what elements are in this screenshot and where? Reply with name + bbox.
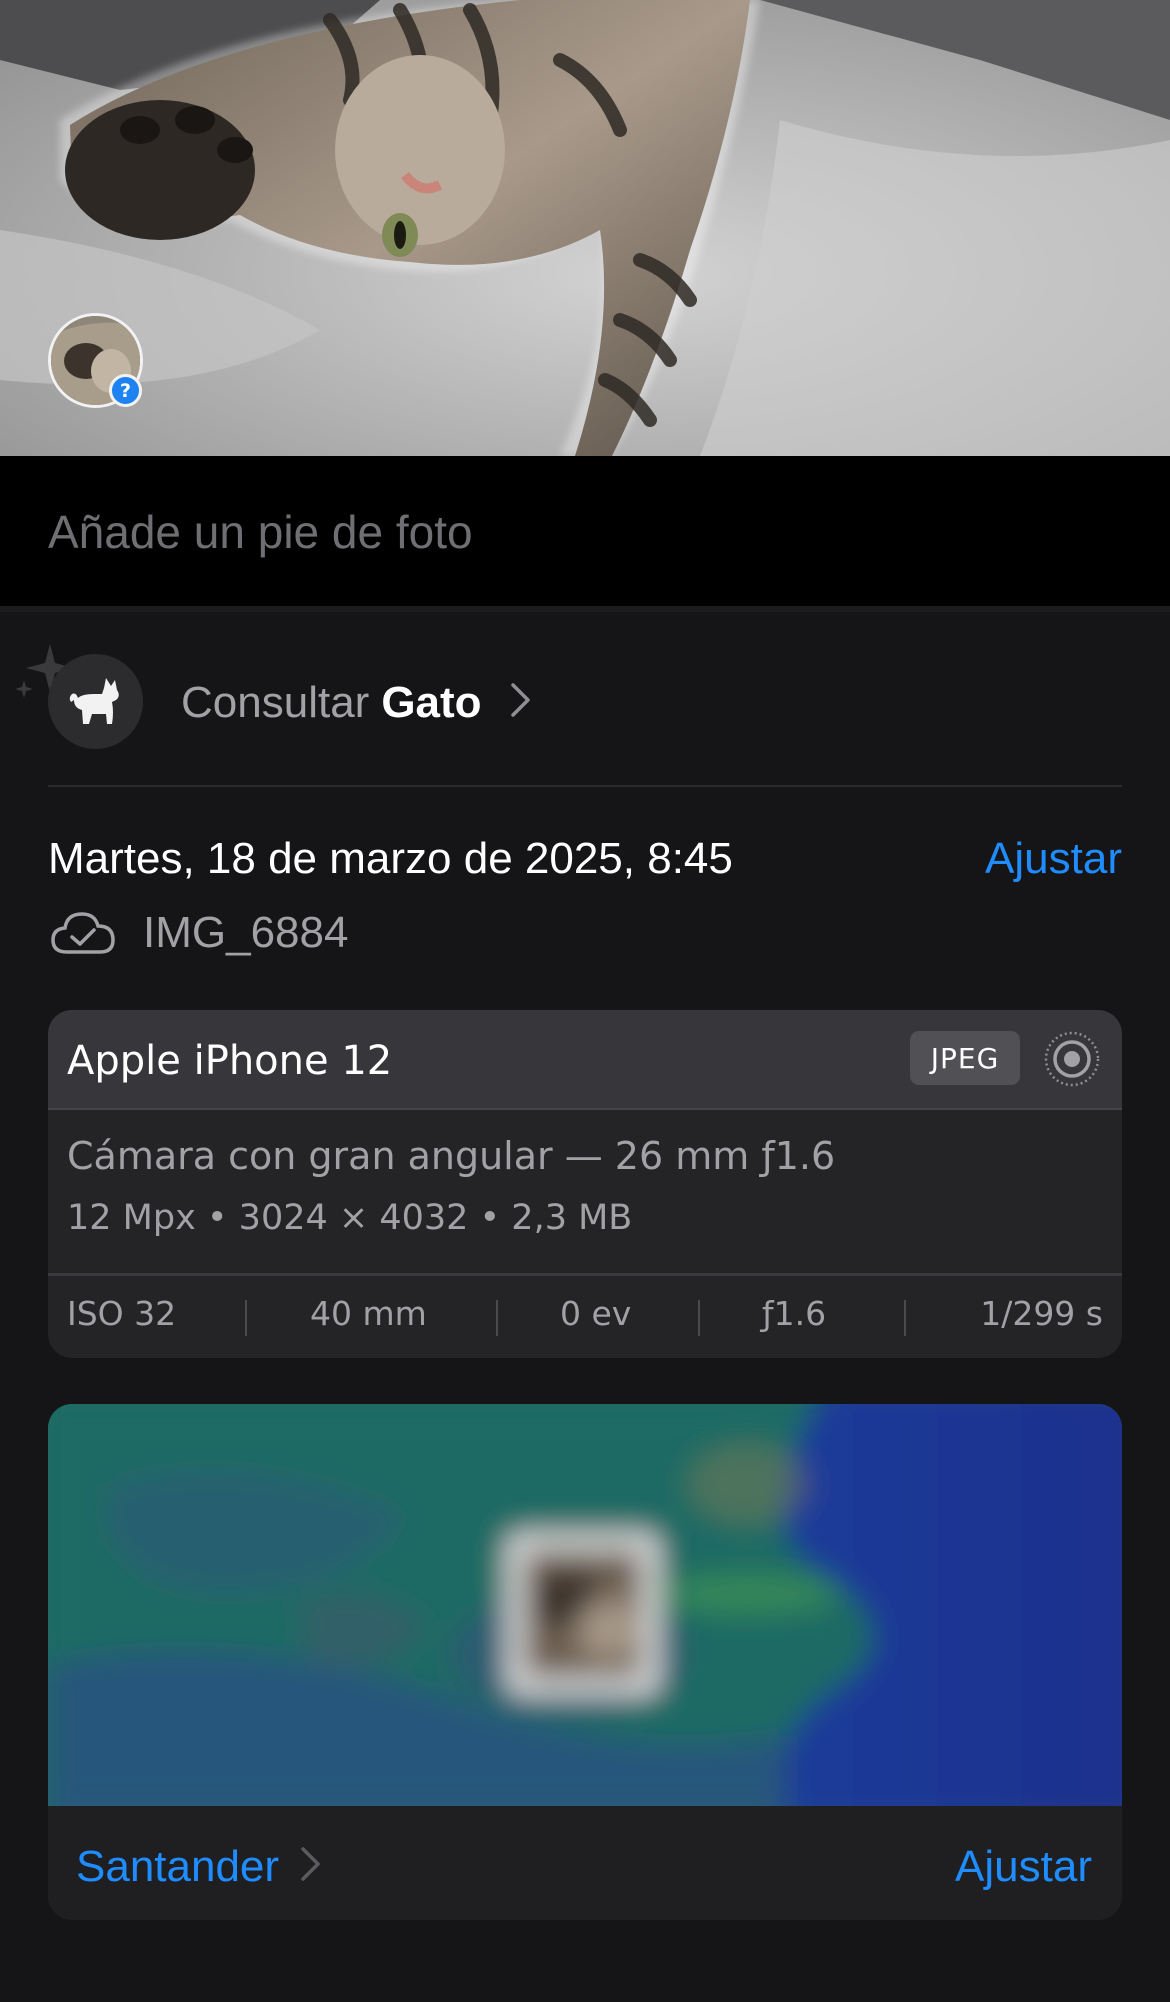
chevron-right-icon	[511, 683, 530, 717]
cat-photo	[0, 0, 1170, 456]
camera-info-card: Apple iPhone 12 JPEG Cámara con gran ang…	[48, 1010, 1122, 1358]
exif-exposure: 0 ev	[560, 1294, 632, 1333]
location-footer: Santander Ajustar	[48, 1806, 1122, 1920]
location-card: Santander Ajustar	[48, 1404, 1122, 1920]
device-name: Apple iPhone 12	[67, 1038, 393, 1084]
exif-aperture: ƒ1.6	[762, 1294, 827, 1333]
caption-section	[0, 456, 1170, 612]
exif-focal-length: 40 mm	[310, 1294, 427, 1333]
exif-shutter: 1/299 s	[980, 1294, 1103, 1333]
lookup-label: Consultar Gato	[181, 678, 482, 728]
adjust-location-button[interactable]: Ajustar	[955, 1842, 1092, 1892]
location-map[interactable]	[48, 1404, 1122, 1806]
cloud-check-icon	[51, 912, 115, 954]
photo-preview[interactable]: ?	[0, 0, 1170, 456]
lens-info: Cámara con gran angular — 26 mm ƒ1.6	[67, 1134, 836, 1178]
divider	[48, 1108, 1122, 1110]
map-image	[48, 1404, 1122, 1806]
unknown-person-badge: ?	[109, 374, 142, 407]
lookup-subject: Gato	[381, 678, 482, 727]
camera-card-header: Apple iPhone 12 JPEG	[48, 1010, 1122, 1108]
lookup-prefix: Consultar	[181, 678, 370, 727]
exif-divider	[496, 1300, 498, 1336]
adjust-datetime-button[interactable]: Ajustar	[985, 834, 1122, 884]
exif-iso: ISO 32	[67, 1294, 177, 1333]
visual-lookup-row[interactable]: Consultar Gato	[0, 630, 1170, 782]
location-name-link[interactable]: Santander	[76, 1842, 279, 1892]
chevron-right-icon	[301, 1847, 320, 1881]
divider	[48, 785, 1122, 787]
live-photo-icon[interactable]	[1043, 1030, 1101, 1088]
divider	[48, 1273, 1122, 1276]
capture-datetime: Martes, 18 de marzo de 2025, 8:45	[48, 834, 733, 883]
exif-divider	[245, 1300, 247, 1336]
caption-input[interactable]	[48, 502, 1118, 562]
exif-divider	[698, 1300, 700, 1336]
divider	[0, 606, 1170, 612]
cat-icon	[48, 654, 143, 749]
image-specs: 12 Mpx • 3024 × 4032 • 2,3 MB	[67, 1198, 633, 1238]
exif-divider	[904, 1300, 906, 1336]
file-name: IMG_6884	[143, 908, 349, 957]
format-badge: JPEG	[910, 1031, 1020, 1085]
